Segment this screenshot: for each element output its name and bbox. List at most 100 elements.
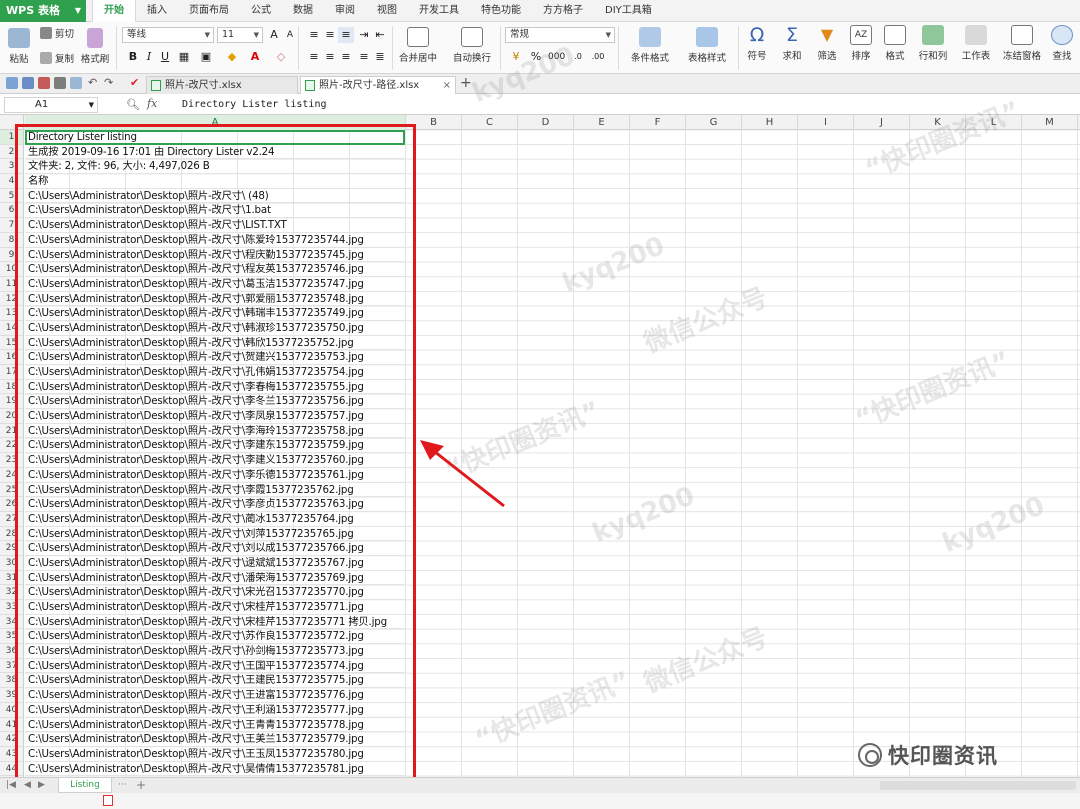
row-header[interactable]: 41 [0,718,23,733]
cell-grid[interactable]: Directory Lister listing 生成按 2019-09-16 1… [25,130,1080,777]
row-header[interactable]: 3 [0,159,23,175]
sheet-nav-prev-icon[interactable]: ◀ [24,778,31,793]
column-header[interactable]: B [406,115,462,130]
search-icon[interactable]: 🔍︎ [126,98,140,111]
cell[interactable]: C:\Users\Administrator\Desktop\照片-改尺寸\韩瑞… [25,306,405,321]
number-format-select[interactable]: 常规 ▼ [505,27,615,43]
row-header[interactable]: 8 [0,233,23,248]
cell[interactable]: C:\Users\Administrator\Desktop\照片-改尺寸\蔺冰… [25,512,405,527]
cell[interactable]: C:\Users\Administrator\Desktop\照片-改尺寸\宋桂… [25,615,405,630]
cell[interactable]: C:\Users\Administrator\Desktop\照片-改尺寸\刘萍… [25,527,405,542]
indent-icon[interactable]: ⇥ [356,27,372,43]
close-icon[interactable]: × [443,77,451,94]
cell[interactable]: C:\Users\Administrator\Desktop\照片-改尺寸\苏作… [25,629,405,645]
row-header[interactable]: 18 [0,380,23,395]
row-header[interactable]: 10 [0,262,23,277]
cell[interactable]: C:\Users\Administrator\Desktop\照片-改尺寸\王美… [25,732,405,747]
filter-button[interactable]: ▼ 筛选 [812,25,842,62]
justify-icon[interactable]: ≡ [356,49,372,65]
cut-button[interactable]: 剪切 [40,26,74,40]
formula-input[interactable]: Directory Lister listing [182,97,327,113]
cell[interactable]: C:\Users\Administrator\Desktop\照片-改尺寸\李凤… [25,409,405,424]
row-header[interactable]: 40 [0,703,23,718]
cell[interactable]: C:\Users\Administrator\Desktop\照片-改尺寸\李乐… [25,468,405,483]
row-header[interactable]: 13 [0,306,23,321]
merge-center-button[interactable]: 合并居中 [396,27,440,64]
format-button[interactable]: 格式 [880,25,910,62]
row-col-button[interactable]: 行和列 [914,25,952,62]
cell-style-icon[interactable]: ▣ [198,49,214,65]
row-header[interactable]: 43 [0,747,23,762]
menu-tab[interactable]: 开始 [92,0,136,23]
menu-tab[interactable]: 插入 [136,0,178,22]
paste-button[interactable]: 粘贴 [6,28,32,65]
column-header[interactable]: K [910,115,966,130]
select-all-corner[interactable] [0,115,24,130]
row-header[interactable]: 20 [0,409,23,424]
column-header[interactable]: J [854,115,910,130]
undo-icon[interactable]: ↶ [88,77,100,89]
align-bottom-icon[interactable]: ≡ [338,27,354,43]
align-center-icon[interactable]: ≡ [322,49,338,65]
increase-decimal-icon[interactable]: .0 [570,49,586,65]
row-header[interactable]: 44 [0,762,23,777]
row-header[interactable]: 15 [0,336,23,351]
cell[interactable]: C:\Users\Administrator\Desktop\照片-改尺寸\韩欣… [25,336,405,351]
cell[interactable]: C:\Users\Administrator\Desktop\照片-改尺寸\王玉… [25,747,405,762]
font-name-select[interactable]: 等线 ▼ [122,27,214,43]
sum-button[interactable]: Σ 求和 [776,25,808,62]
pdf-icon[interactable] [38,77,50,89]
folder-icon[interactable] [6,77,18,89]
column-header[interactable]: I [798,115,854,130]
row-header[interactable]: 30 [0,556,23,571]
cell[interactable]: C:\Users\Administrator\Desktop\照片-改尺寸\王国… [25,659,405,674]
cell[interactable]: C:\Users\Administrator\Desktop\照片-改尺寸\孔伟… [25,365,405,380]
row-header[interactable]: 11 [0,277,23,292]
cell[interactable]: 名称 [25,174,405,189]
menu-tab[interactable]: 视图 [366,0,408,22]
row-header[interactable]: 19 [0,394,23,410]
align-middle-icon[interactable]: ≡ [322,27,338,43]
cell[interactable]: C:\Users\Administrator\Desktop\照片-改尺寸\李冬… [25,394,405,410]
redo-icon[interactable]: ↷ [104,77,116,89]
font-size-select[interactable]: 11 ▼ [217,27,263,43]
row-header[interactable]: 7 [0,218,23,233]
row-header[interactable]: 27 [0,512,23,527]
grow-font-icon[interactable]: A [266,27,282,43]
print-icon[interactable] [54,77,66,89]
fill-color-icon[interactable]: ◆ [224,49,240,65]
more-sheets-icon[interactable]: ··· [118,778,127,793]
italic-button[interactable]: I [141,49,157,65]
distribute-icon[interactable]: ≣ [372,49,388,65]
cell[interactable]: 生成按 2019-09-16 17:01 由 Directory Lister … [25,145,405,160]
cell[interactable]: C:\Users\Administrator\Desktop\照片-改尺寸\逯斌… [25,556,405,571]
cell[interactable]: C:\Users\Administrator\Desktop\照片-改尺寸\李建… [25,453,405,468]
row-header[interactable]: 42 [0,732,23,747]
row-header[interactable]: 24 [0,468,23,483]
row-header[interactable]: 23 [0,453,23,468]
sort-button[interactable]: AZ 排序 [846,25,876,62]
add-sheet-icon[interactable]: + [136,778,146,793]
currency-icon[interactable]: ¥ [508,49,524,65]
document-tab-2[interactable]: 照片-改尺寸-路径.xlsx × [300,76,456,94]
preview-icon[interactable] [70,77,82,89]
name-box[interactable]: A1 ▼ [4,97,98,113]
cell[interactable]: C:\Users\Administrator\Desktop\照片-改尺寸\贺建… [25,350,405,365]
bold-button[interactable]: B [125,49,141,65]
format-painter-button[interactable]: 格式刷 [78,28,112,65]
column-header[interactable]: L [966,115,1022,130]
row-header[interactable]: 9 [0,248,23,263]
menu-tab[interactable]: 特色功能 [470,0,532,22]
row-header[interactable]: 34 [0,615,23,630]
row-header[interactable]: 37 [0,659,23,674]
row-header[interactable]: 36 [0,644,23,659]
cell[interactable]: C:\Users\Administrator\Desktop\照片-改尺寸\李海… [25,424,405,439]
cell[interactable]: C:\Users\Administrator\Desktop\照片-改尺寸\刘以… [25,541,405,556]
thousands-icon[interactable]: 000 [548,49,565,65]
column-header[interactable]: H [742,115,798,130]
sheet-nav-first-icon[interactable]: |◀ [6,778,16,793]
cell[interactable]: C:\Users\Administrator\Desktop\照片-改尺寸\王利… [25,703,405,718]
cell[interactable]: C:\Users\Administrator\Desktop\照片-改尺寸\吴倩… [25,762,405,777]
cell[interactable]: 文件夹: 2, 文件: 96, 大小: 4,497,026 B [25,159,405,175]
app-menu-button[interactable]: WPS 表格 ▼ [0,0,86,22]
